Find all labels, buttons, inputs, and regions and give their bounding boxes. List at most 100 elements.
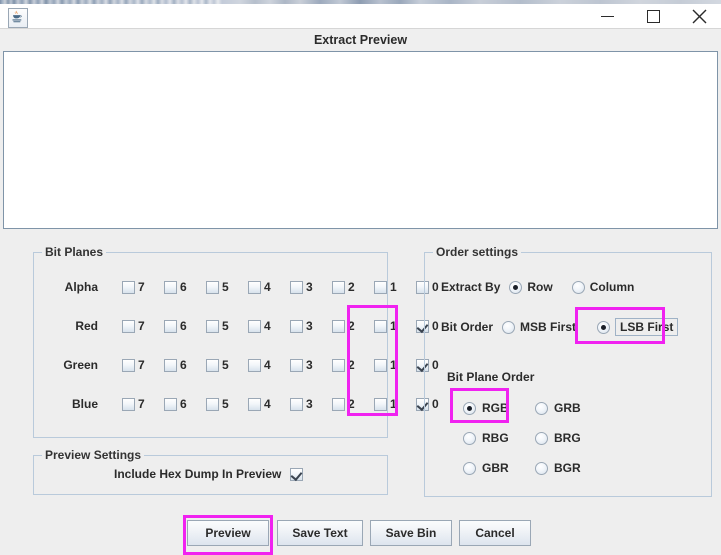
checkbox-blue-bit-4[interactable] — [248, 397, 261, 411]
include-hex-dump-checkbox[interactable] — [290, 467, 304, 481]
checkbox-red-bit-4[interactable] — [248, 319, 261, 333]
bit-plane-order-radio-brg[interactable] — [535, 431, 548, 445]
bit-plane-order-option-bgr[interactable]: BGR — [535, 460, 581, 476]
bit-number-label: 4 — [264, 319, 271, 333]
checkbox-alpha-bit-1[interactable] — [374, 280, 387, 294]
bit-cell-alpha-2[interactable]: 2 — [332, 279, 355, 295]
bit-order-option-msb[interactable]: MSB First — [502, 320, 576, 334]
checkbox-alpha-bit-7[interactable] — [122, 280, 135, 294]
checkbox-green-bit-7[interactable] — [122, 358, 135, 372]
bit-cell-alpha-6[interactable]: 6 — [164, 279, 187, 295]
bit-plane-order-option-gbr[interactable]: GBR — [463, 460, 509, 476]
bit-cell-blue-1[interactable]: 1 — [374, 396, 397, 412]
bit-cell-blue-6[interactable]: 6 — [164, 396, 187, 412]
extract-by-option-row[interactable]: Row — [509, 280, 553, 294]
bit-order-option-lsb[interactable]: LSB First — [597, 318, 679, 336]
bit-number-label: 6 — [180, 280, 187, 294]
bit-cell-green-6[interactable]: 6 — [164, 357, 187, 373]
checkbox-alpha-bit-6[interactable] — [164, 280, 177, 294]
bit-cell-blue-4[interactable]: 4 — [248, 396, 271, 412]
save-text-button[interactable]: Save Text — [277, 520, 363, 546]
bit-plane-order-option-brg[interactable]: BRG — [535, 430, 581, 446]
bit-order-msb-radio[interactable] — [502, 320, 516, 334]
bit-plane-order-radio-grb[interactable] — [535, 401, 548, 415]
bit-plane-order-option-grb[interactable]: GRB — [535, 400, 581, 416]
bit-cell-alpha-3[interactable]: 3 — [290, 279, 313, 295]
checkbox-blue-bit-3[interactable] — [290, 397, 303, 411]
extract-preview-textarea[interactable] — [3, 51, 718, 229]
checkbox-alpha-bit-2[interactable] — [332, 280, 345, 294]
checkbox-alpha-bit-3[interactable] — [290, 280, 303, 294]
include-hex-dump-label: Include Hex Dump In Preview — [114, 467, 282, 481]
bit-plane-order-radio-gbr[interactable] — [463, 461, 476, 475]
bit-cell-blue-2[interactable]: 2 — [332, 396, 355, 412]
close-button[interactable] — [677, 4, 721, 28]
extract-by-row-radio[interactable] — [509, 280, 523, 294]
checkbox-alpha-bit-5[interactable] — [206, 280, 219, 294]
checkbox-green-bit-4[interactable] — [248, 358, 261, 372]
bit-plane-order-radio-rgb[interactable] — [463, 401, 476, 415]
checkbox-green-bit-1[interactable] — [374, 358, 387, 372]
page-title: Extract Preview — [0, 29, 721, 51]
bit-cell-alpha-1[interactable]: 1 — [374, 279, 397, 295]
checkbox-blue-bit-5[interactable] — [206, 397, 219, 411]
checkbox-blue-bit-2[interactable] — [332, 397, 345, 411]
bit-plane-order-radio-rbg[interactable] — [463, 431, 476, 445]
checkbox-red-bit-2[interactable] — [332, 319, 345, 333]
bit-cell-green-4[interactable]: 4 — [248, 357, 271, 373]
checkbox-blue-bit-7[interactable] — [122, 397, 135, 411]
checkbox-green-bit-3[interactable] — [290, 358, 303, 372]
bit-plane-row-alpha: Alpha 7 6 5 4 3 2 1 0 — [34, 279, 439, 295]
checkbox-red-bit-3[interactable] — [290, 319, 303, 333]
extract-by-option-column[interactable]: Column — [571, 280, 634, 294]
checkbox-red-bit-7[interactable] — [122, 319, 135, 333]
bit-cell-green-5[interactable]: 5 — [206, 357, 229, 373]
bit-cell-red-5[interactable]: 5 — [206, 318, 229, 334]
save-bin-button[interactable]: Save Bin — [370, 520, 452, 546]
bit-plane-order-option-rgb[interactable]: RGB — [463, 400, 509, 416]
preview-button[interactable]: Preview — [187, 520, 269, 546]
checkbox-green-bit-2[interactable] — [332, 358, 345, 372]
bit-plane-order-option-rbg[interactable]: RBG — [463, 430, 509, 446]
checkbox-blue-bit-1[interactable] — [374, 397, 387, 411]
bit-cell-red-6[interactable]: 6 — [164, 318, 187, 334]
order-settings-group: Order settings Extract By Row Column Bit… — [424, 245, 712, 497]
checkbox-green-bit-5[interactable] — [206, 358, 219, 372]
bit-cell-red-3[interactable]: 3 — [290, 318, 313, 334]
checkbox-red-bit-1[interactable] — [374, 319, 387, 333]
bit-cell-green-1[interactable]: 1 — [374, 357, 397, 373]
maximize-button[interactable] — [631, 4, 675, 28]
bit-cell-red-7[interactable]: 7 — [122, 318, 145, 334]
checkbox-blue-bit-6[interactable] — [164, 397, 177, 411]
bit-plane-row-blue: Blue 7 6 5 4 3 2 1 0 — [34, 396, 439, 412]
bit-cell-alpha-7[interactable]: 7 — [122, 279, 145, 295]
checkbox-red-bit-5[interactable] — [206, 319, 219, 333]
bit-cell-blue-3[interactable]: 3 — [290, 396, 313, 412]
checkbox-alpha-bit-4[interactable] — [248, 280, 261, 294]
bit-order-lsb-label: LSB First — [615, 318, 679, 336]
bit-plane-row-red: Red 7 6 5 4 3 2 1 0 — [34, 318, 438, 334]
extract-by-column-radio[interactable] — [571, 280, 585, 294]
minimize-icon — [600, 15, 614, 17]
checkbox-red-bit-6[interactable] — [164, 319, 177, 333]
bit-cell-alpha-5[interactable]: 5 — [206, 279, 229, 295]
bit-cell-alpha-4[interactable]: 4 — [248, 279, 271, 295]
bit-number-label: 2 — [348, 397, 355, 411]
bit-number-label: 2 — [348, 280, 355, 294]
bit-cell-green-3[interactable]: 3 — [290, 357, 313, 373]
bit-order-lsb-radio[interactable] — [597, 320, 611, 334]
checkbox-green-bit-6[interactable] — [164, 358, 177, 372]
bit-cell-blue-7[interactable]: 7 — [122, 396, 145, 412]
bit-cell-blue-5[interactable]: 5 — [206, 396, 229, 412]
bit-cell-red-4[interactable]: 4 — [248, 318, 271, 334]
bit-plane-order-radio-bgr[interactable] — [535, 461, 548, 475]
bit-number-label: 3 — [306, 397, 313, 411]
bit-plane-row-label-wrap: Green — [40, 357, 98, 373]
bit-cell-red-2[interactable]: 2 — [332, 318, 355, 334]
cancel-button[interactable]: Cancel — [459, 520, 531, 546]
minimize-button[interactable] — [585, 4, 629, 28]
include-hex-dump-row[interactable]: Include Hex Dump In Preview — [114, 466, 304, 482]
bit-cell-red-1[interactable]: 1 — [374, 318, 397, 334]
bit-cell-green-2[interactable]: 2 — [332, 357, 355, 373]
bit-cell-green-7[interactable]: 7 — [122, 357, 145, 373]
